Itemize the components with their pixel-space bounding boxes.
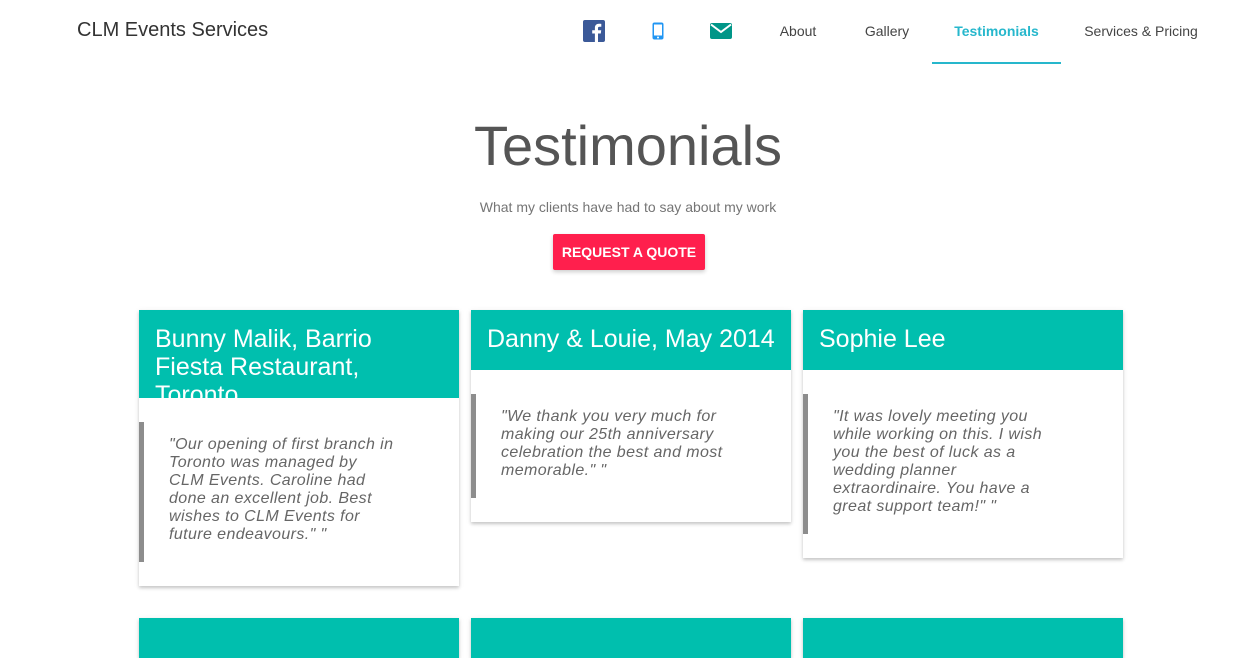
testimonial-card: Danny & Louie, May 2014 "We thank you ve…: [471, 310, 791, 522]
phone-icon[interactable]: [647, 20, 669, 42]
testimonial-card-partial: [471, 618, 791, 658]
facebook-icon[interactable]: [583, 20, 605, 42]
testimonial-card-partial: [803, 618, 1123, 658]
page-subtitle: What my clients have had to say about my…: [479, 199, 777, 215]
nav-testimonials[interactable]: Testimonials: [932, 0, 1061, 64]
testimonial-card: Bunny Malik, Barrio Fiesta Restaurant, T…: [139, 310, 459, 586]
nav-about[interactable]: About: [765, 0, 831, 64]
testimonial-quote-text: "Our opening of first branch in Toronto …: [169, 436, 394, 543]
testimonial-quote: "It was lovely meeting you while working…: [803, 394, 1068, 534]
nav-gallery[interactable]: Gallery: [852, 0, 922, 64]
top-navbar: CLM Events Services About Gallery Testim…: [0, 0, 1256, 64]
request-quote-button[interactable]: REQUEST A QUOTE: [553, 234, 705, 270]
page-title: Testimonials: [473, 114, 783, 177]
testimonial-card: Sophie Lee "It was lovely meeting you wh…: [803, 310, 1123, 558]
testimonial-quote-text: "It was lovely meeting you while working…: [833, 408, 1043, 515]
testimonial-author: Bunny Malik, Barrio Fiesta Restaurant, T…: [139, 310, 459, 409]
testimonial-author: Sophie Lee: [803, 310, 1123, 370]
testimonial-quote-text: "We thank you very much for making our 2…: [501, 408, 723, 479]
testimonial-card-partial: [139, 618, 459, 658]
nav-services-pricing[interactable]: Services & Pricing: [1077, 0, 1205, 64]
mail-icon[interactable]: [710, 20, 732, 42]
testimonial-author: Danny & Louie, May 2014: [471, 310, 791, 370]
brand-title[interactable]: CLM Events Services: [77, 19, 268, 42]
testimonial-quote: "Our opening of first branch in Toronto …: [139, 422, 394, 562]
testimonial-quote: "We thank you very much for making our 2…: [471, 394, 736, 498]
